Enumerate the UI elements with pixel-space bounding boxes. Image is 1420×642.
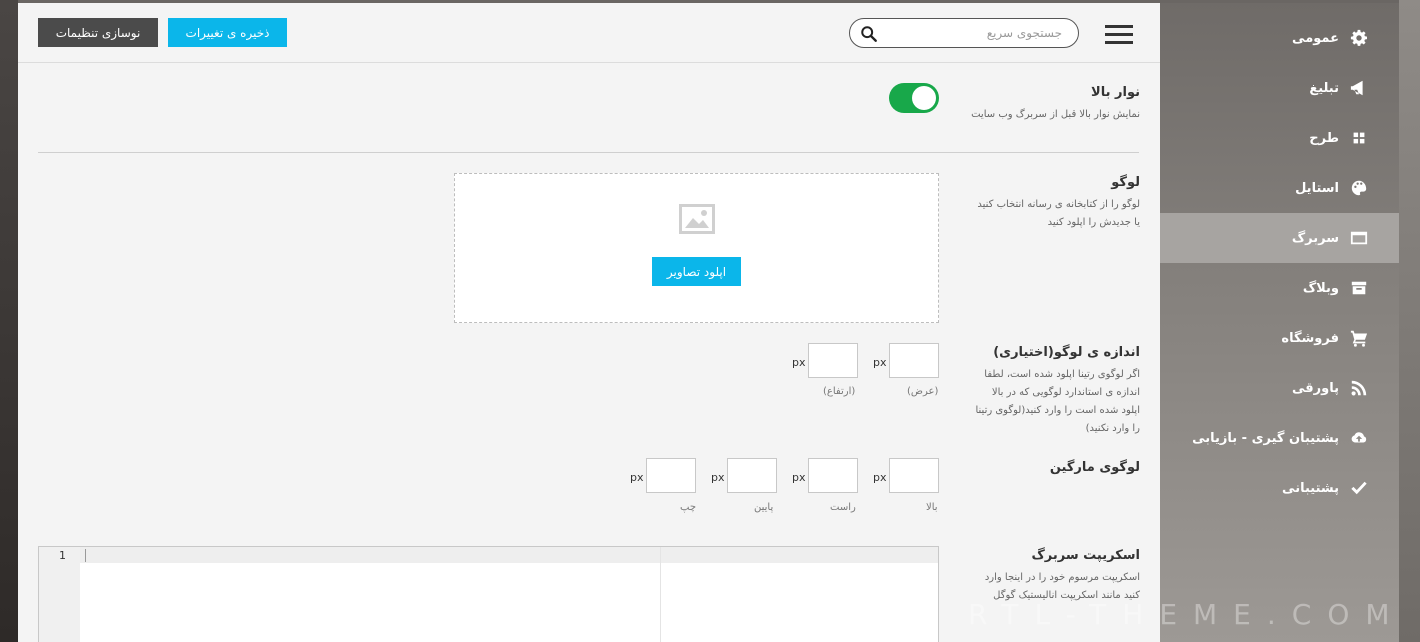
sidebar-item-label: عمومی xyxy=(1292,30,1339,46)
sidebar-item-label: فروشگاه xyxy=(1281,330,1339,346)
browser-window-icon xyxy=(1349,228,1369,248)
logo-width-input[interactable] xyxy=(890,344,938,377)
megaphone-icon xyxy=(1349,78,1369,98)
topbar-setting-title: نوار بالا xyxy=(1091,85,1140,100)
margin-right-caption: راست xyxy=(830,502,856,513)
sidebar-item-general[interactable]: عمومی xyxy=(1160,13,1399,63)
editor-print-margin xyxy=(660,547,661,642)
toggle-knob xyxy=(912,86,936,110)
margin-top-caption: بالا xyxy=(926,502,938,513)
width-caption: (عرض) xyxy=(907,386,939,397)
logo-height-field[interactable] xyxy=(808,343,858,378)
sidebar-item-footer[interactable]: پاورقی xyxy=(1160,363,1399,413)
watermark-text: RTL-THEME.COM xyxy=(968,598,1406,631)
window-left-edge xyxy=(0,0,18,642)
sidebar-item-label: استایل xyxy=(1295,180,1339,196)
upload-images-button[interactable]: اپلود تصاویر xyxy=(652,257,741,286)
header-script-title: اسکریپت سربرگ xyxy=(1031,548,1140,563)
sidebar-item-ads[interactable]: تبلیغ xyxy=(1160,63,1399,113)
gear-icon xyxy=(1349,28,1369,48)
cloud-upload-icon xyxy=(1349,428,1369,448)
editor-line-number: 1 xyxy=(59,549,66,562)
sidebar-item-label: پشتیبان گیری - بازیابی xyxy=(1192,430,1339,446)
margin-left-field[interactable] xyxy=(646,458,696,493)
search-icon[interactable] xyxy=(860,25,878,43)
width-unit: px xyxy=(873,356,887,369)
header-script-editor[interactable]: 1 xyxy=(38,546,939,642)
margin-right-input[interactable] xyxy=(809,459,857,492)
logo-margin-title: لوگوی مارگین xyxy=(1049,460,1140,475)
palette-icon xyxy=(1349,178,1369,198)
margin-bottom-unit: px xyxy=(711,471,725,484)
logo-setting-title: لوگو xyxy=(1111,175,1140,190)
margin-top-input[interactable] xyxy=(890,459,938,492)
margin-left-input[interactable] xyxy=(647,459,695,492)
check-icon xyxy=(1349,478,1369,498)
margin-left-caption: چپ xyxy=(680,502,697,513)
logo-width-field[interactable] xyxy=(889,343,939,378)
margin-bottom-input[interactable] xyxy=(728,459,776,492)
sidebar-item-backup[interactable]: پشتیبان گیری - بازیابی xyxy=(1160,413,1399,463)
margin-top-unit: px xyxy=(873,471,887,484)
logo-upload-area[interactable]: اپلود تصاویر xyxy=(454,173,939,323)
sidebar-item-header[interactable]: سربرگ xyxy=(1160,213,1399,263)
quick-search[interactable] xyxy=(849,18,1079,48)
panel-toolbar: نوسازی تنظیمات ذخیره ی تغییرات xyxy=(18,3,1160,63)
settings-sidebar: عمومی تبلیغ طرح استایل سربرگ وبلاگ فروشگ… xyxy=(1160,3,1399,642)
search-input[interactable] xyxy=(882,23,1062,43)
height-caption: (ارتفاع) xyxy=(823,386,856,397)
sidebar-item-label: پشتیبانی xyxy=(1282,480,1339,496)
logo-size-desc: اگر لوگوی رتینا اپلود شده است، لطفا اندا… xyxy=(975,369,1140,434)
cart-icon xyxy=(1349,328,1369,348)
archive-box-icon xyxy=(1349,278,1369,298)
margin-left-unit: px xyxy=(630,471,644,484)
margin-right-field[interactable] xyxy=(808,458,858,493)
topbar-toggle[interactable] xyxy=(889,83,939,113)
reset-settings-button[interactable]: نوسازی تنظیمات xyxy=(38,18,158,47)
margin-bottom-field[interactable] xyxy=(727,458,777,493)
logo-size-title: اندازه ی لوگو(اختیاری) xyxy=(993,345,1140,360)
sidebar-item-layout[interactable]: طرح xyxy=(1160,113,1399,163)
logo-setting-desc: لوگو را از کتابخانه ی رسانه انتخاب کنید … xyxy=(977,199,1140,228)
topbar-setting-desc: نمایش نوار بالا قبل از سربرگ وب سایت xyxy=(971,109,1140,120)
margin-bottom-caption: پایین xyxy=(754,502,774,513)
save-changes-button[interactable]: ذخیره ی تغییرات xyxy=(168,18,287,47)
menu-toggle-icon[interactable] xyxy=(1105,25,1133,45)
margin-top-field[interactable] xyxy=(889,458,939,493)
sidebar-item-label: وبلاگ xyxy=(1302,280,1339,296)
sidebar-item-shop[interactable]: فروشگاه xyxy=(1160,313,1399,363)
sidebar-item-label: تبلیغ xyxy=(1309,80,1339,96)
grid-icon xyxy=(1349,128,1369,148)
editor-cursor xyxy=(85,549,86,562)
window-right-edge xyxy=(1399,0,1420,642)
logo-height-input[interactable] xyxy=(809,344,857,377)
section-divider xyxy=(38,152,1139,153)
margin-right-unit: px xyxy=(792,471,806,484)
image-placeholder-icon xyxy=(679,204,715,234)
sidebar-item-label: طرح xyxy=(1309,130,1339,146)
rss-icon xyxy=(1349,378,1369,398)
sidebar-item-blog[interactable]: وبلاگ xyxy=(1160,263,1399,313)
editor-active-line xyxy=(80,547,938,563)
sidebar-item-label: سربرگ xyxy=(1291,230,1339,246)
height-unit: px xyxy=(792,356,806,369)
settings-panel: نوسازی تنظیمات ذخیره ی تغییرات نوار بالا… xyxy=(18,3,1160,642)
sidebar-item-label: پاورقی xyxy=(1292,380,1339,396)
sidebar-item-style[interactable]: استایل xyxy=(1160,163,1399,213)
sidebar-item-support[interactable]: پشتیبانی xyxy=(1160,463,1399,513)
